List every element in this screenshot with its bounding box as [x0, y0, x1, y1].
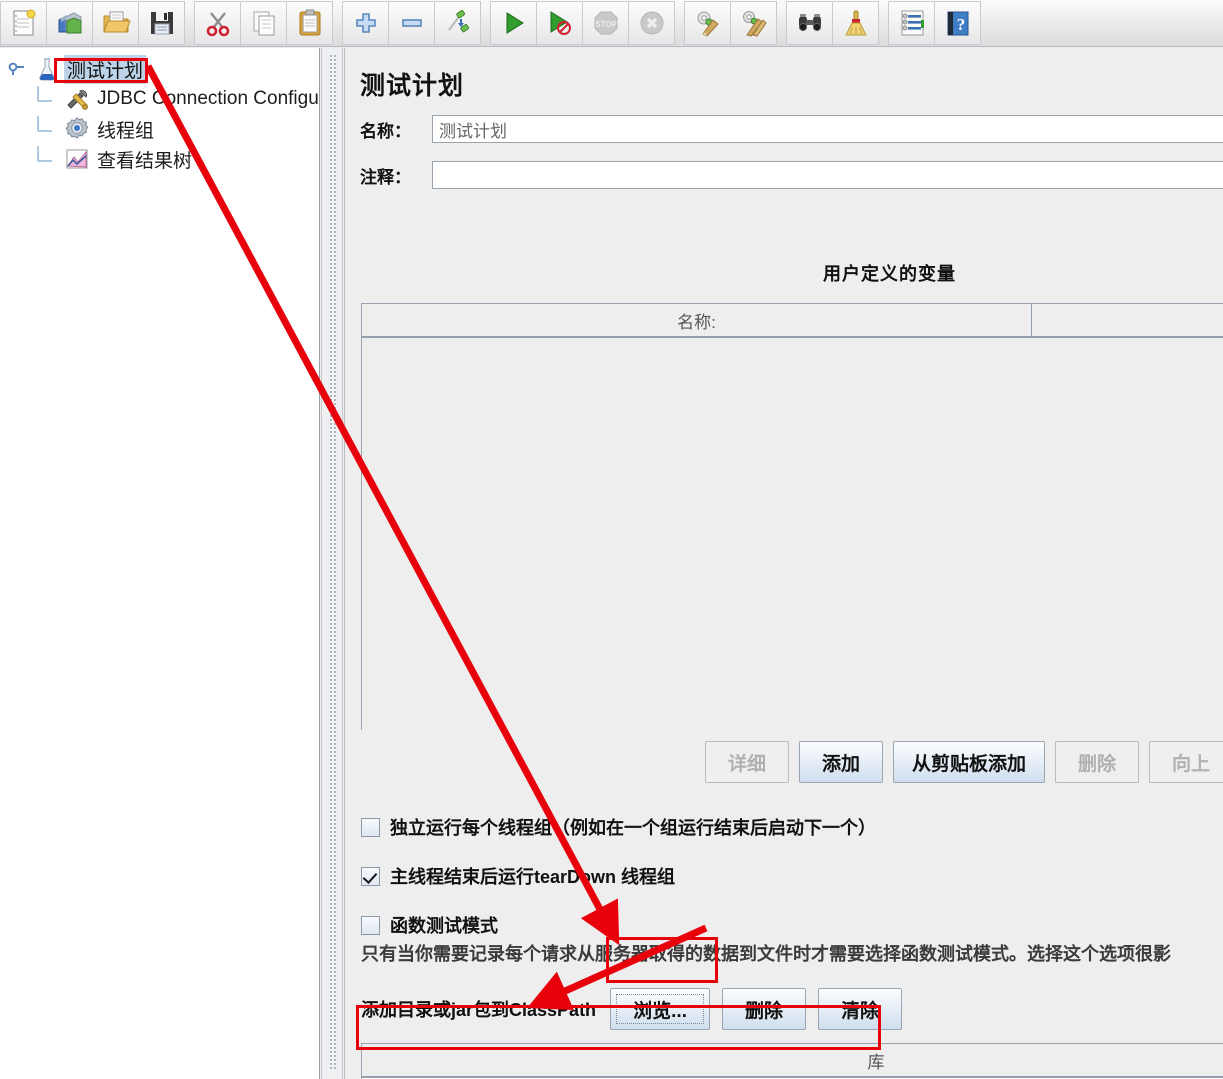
- classpath-label: 添加目录或jar包到ClassPath: [361, 1000, 597, 1020]
- view-results-tree-chart-icon: [64, 146, 90, 172]
- help-icon[interactable]: ?: [934, 1, 981, 45]
- checkbox-box[interactable]: [361, 915, 380, 935]
- save-icon[interactable]: [138, 1, 185, 45]
- functional-mode-hint: 只有当你需要记录每个请求从服务器取得的数据到文件时才需要选择函数测试模式。选择这…: [361, 944, 1171, 964]
- test-plan-flask-icon: [34, 56, 60, 82]
- classpath-row: 添加目录或jar包到ClassPath 浏览... 删除 清除: [361, 988, 903, 1030]
- tree-expand-handle-icon[interactable]: [4, 56, 30, 82]
- table-header-value[interactable]: [1032, 304, 1223, 336]
- svg-text:?: ?: [956, 15, 965, 34]
- stop-icon[interactable]: STOP: [582, 1, 629, 45]
- name-field-label: 名称：: [360, 121, 411, 141]
- variable-action-buttons: 详细 添加 从剪贴板添加 删除 向上: [705, 741, 1223, 783]
- toolbar-separator-5: [776, 1, 786, 45]
- start-no-pause-icon[interactable]: [536, 1, 583, 45]
- thread-group-gear-icon: [64, 116, 90, 142]
- delete-classpath-button[interactable]: 删除: [722, 988, 807, 1030]
- tree-branch-line-icon: [34, 140, 60, 172]
- toolbar-group-file: [0, 1, 185, 45]
- tree-node-label: 查看结果树: [97, 150, 193, 172]
- cut-scissors-icon[interactable]: [194, 1, 241, 45]
- templates-icon[interactable]: [46, 1, 93, 45]
- paste-clipboard-icon[interactable]: [286, 1, 333, 45]
- test-plan-editor-panel: 测试计划 名称： 测试计划 注释： 用户定义的变量 名称: 详细 添加 从剪贴板…: [344, 48, 1223, 1079]
- tree-branch-line-icon: [34, 82, 60, 112]
- name-field-row: 名称： 测试计划: [360, 115, 1223, 143]
- toggle-element-icon[interactable]: [434, 1, 481, 45]
- checkbox-box[interactable]: [361, 817, 380, 837]
- move-up-button[interactable]: 向上: [1149, 741, 1223, 783]
- checkbox-run-teardown[interactable]: 主线程结束后运行tearDown 线程组: [361, 863, 675, 889]
- tree-node-test-plan[interactable]: 测试计划: [0, 54, 319, 84]
- toolbar-group-search: [786, 1, 879, 45]
- library-table-header[interactable]: 库: [362, 1044, 1223, 1078]
- toolbar-separator-3: [480, 1, 490, 45]
- function-helper-icon[interactable]: [888, 1, 935, 45]
- toolbar-group-run: STOP: [490, 1, 675, 45]
- detail-button[interactable]: 详细: [705, 741, 789, 783]
- svg-text:STOP: STOP: [595, 20, 617, 29]
- page-title: 测试计划: [360, 72, 465, 100]
- jmeter-window: STOP ? 测试计划 JDBC Connection Configurat 线…: [0, 0, 1223, 1079]
- search-binoculars-icon[interactable]: [786, 1, 833, 45]
- toolbar-group-clear: [684, 1, 777, 45]
- comments-input[interactable]: [432, 161, 1223, 189]
- tree-node-view-results-tree[interactable]: 查看结果树: [0, 140, 319, 174]
- table-body[interactable]: [362, 338, 1223, 730]
- toolbar-group-tree: [342, 1, 481, 45]
- checkbox-label: 函数测试模式: [390, 916, 498, 936]
- toolbar-separator-2: [332, 1, 342, 45]
- tree-node-jdbc-connection-configuration[interactable]: JDBC Connection Configurat: [0, 82, 320, 114]
- checkbox-functional-test-mode[interactable]: 函数测试模式: [361, 912, 498, 938]
- checkbox-box[interactable]: [361, 866, 380, 886]
- checkbox-label: 独立运行每个线程组（例如在一个组运行结束后启动下一个）: [390, 818, 876, 838]
- library-table[interactable]: 库 D:\apache-jmeter-file\mysql-connector-…: [361, 1043, 1223, 1079]
- expand-plus-icon[interactable]: [342, 1, 389, 45]
- start-play-icon[interactable]: [490, 1, 537, 45]
- toolbar-separator-1: [184, 1, 194, 45]
- comments-field-label: 注释：: [360, 167, 411, 187]
- name-input[interactable]: 测试计划: [432, 115, 1223, 143]
- add-button[interactable]: 添加: [799, 741, 883, 783]
- table-header-row: 名称:: [362, 304, 1223, 338]
- open-folder-icon[interactable]: [92, 1, 139, 45]
- jdbc-config-tools-icon: [64, 86, 90, 112]
- checkbox-label: 主线程结束后运行tearDown 线程组: [390, 867, 676, 887]
- toolbar-group-help: ?: [888, 1, 981, 45]
- shutdown-icon[interactable]: [628, 1, 675, 45]
- collapse-minus-icon[interactable]: [388, 1, 435, 45]
- delete-variable-button[interactable]: 删除: [1055, 741, 1140, 783]
- toolbar-separator-6: [878, 1, 888, 45]
- clear-all-icon[interactable]: [730, 1, 777, 45]
- tree-branch-line-icon: [34, 110, 60, 142]
- table-header-name[interactable]: 名称:: [362, 304, 1032, 336]
- tree-node-label: 线程组: [97, 120, 155, 142]
- toolbar-group-edit: [194, 1, 333, 45]
- checkbox-run-groups-serially[interactable]: 独立运行每个线程组（例如在一个组运行结束后启动下一个）: [361, 814, 876, 840]
- user-defined-variables-title: 用户定义的变量: [823, 264, 956, 284]
- comments-field-row: 注释：: [360, 161, 1223, 189]
- tree-node-thread-group[interactable]: 线程组: [0, 110, 319, 144]
- add-from-clipboard-button[interactable]: 从剪贴板添加: [893, 741, 1046, 783]
- main-toolbar: STOP ?: [0, 0, 1223, 47]
- panel-splitter[interactable]: [321, 48, 343, 1079]
- browse-button[interactable]: 浏览...: [610, 988, 711, 1030]
- copy-icon[interactable]: [240, 1, 287, 45]
- new-test-plan-icon[interactable]: [0, 1, 47, 45]
- tree-node-label: JDBC Connection Configurat: [97, 88, 320, 109]
- user-defined-variables-table[interactable]: 名称:: [361, 303, 1223, 730]
- toolbar-separator-4: [674, 1, 684, 45]
- test-plan-tree[interactable]: 测试计划 JDBC Connection Configurat 线程组 查看结果…: [0, 48, 320, 1079]
- reset-search-broom-icon[interactable]: [832, 1, 879, 45]
- splitter-grip[interactable]: [329, 54, 336, 1069]
- clear-icon[interactable]: [684, 1, 731, 45]
- tree-node-label: 测试计划: [64, 54, 147, 84]
- clear-classpath-button[interactable]: 清除: [818, 988, 903, 1030]
